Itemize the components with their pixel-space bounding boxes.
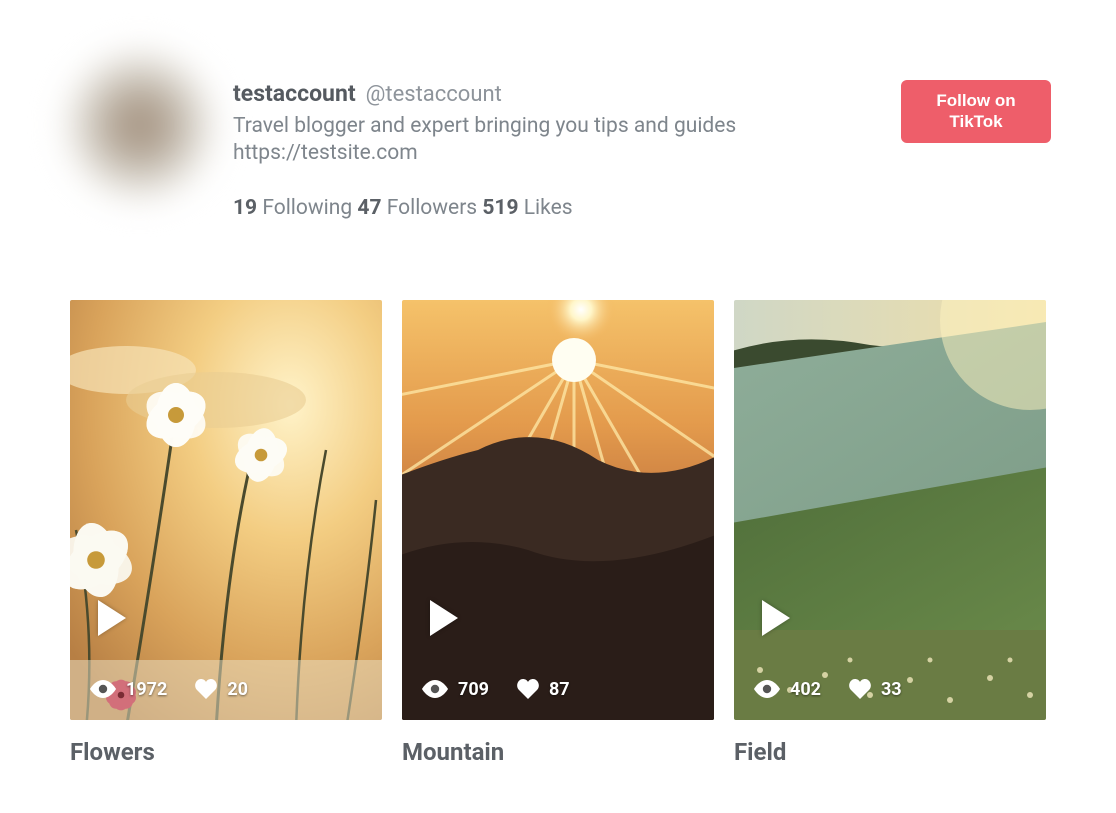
likes-count: 519 (482, 196, 518, 220)
play-icon (98, 600, 126, 636)
video-thumbnail[interactable]: 709 87 (402, 300, 714, 720)
video-card: 709 87 Mountain (402, 300, 714, 766)
video-thumbnail[interactable]: 402 33 (734, 300, 1046, 720)
follow-button[interactable]: Follow on TikTok (901, 80, 1051, 143)
likes-count: 33 (881, 679, 902, 700)
video-card: 402 33 Field (734, 300, 1046, 766)
views-count: 402 (790, 679, 821, 700)
views-icon (90, 680, 116, 698)
thumbnail-art (70, 300, 382, 720)
thumbnail-art (734, 300, 1046, 720)
likes-icon (849, 679, 871, 699)
likes-count: 87 (549, 679, 570, 700)
video-metrics: 402 33 (754, 679, 902, 700)
likes-icon (517, 679, 539, 699)
views-count: 1972 (126, 679, 167, 700)
likes-icon (195, 679, 217, 699)
play-icon (430, 600, 458, 636)
video-metrics: 1972 20 (90, 679, 248, 700)
likes-label: Likes (524, 196, 573, 220)
video-title: Flowers (70, 738, 382, 766)
stats: 19 Following 47 Followers 519 Likes (233, 196, 1046, 220)
bio-link[interactable]: https://testsite.com (233, 140, 1046, 167)
followers-count: 47 (357, 196, 381, 220)
views-icon (422, 680, 448, 698)
likes-count: 20 (227, 679, 248, 700)
video-card: 1972 20 Flowers (70, 300, 382, 766)
bio-text: Travel blogger and expert bringing you t… (233, 114, 736, 138)
views-icon (754, 680, 780, 698)
handle: @testaccount (366, 82, 502, 107)
following-count: 19 (233, 196, 257, 220)
thumbnail-art (402, 300, 714, 720)
video-title: Field (734, 738, 1046, 766)
profile-header: testaccount @testaccount Travel blogger … (70, 60, 1046, 220)
display-name: testaccount (233, 80, 356, 107)
video-metrics: 709 87 (422, 679, 570, 700)
followers-label: Followers (387, 196, 477, 220)
video-feed: 1972 20 Flowers (70, 300, 1046, 766)
video-thumbnail[interactable]: 1972 20 (70, 300, 382, 720)
video-title: Mountain (402, 738, 714, 766)
play-icon (762, 600, 790, 636)
following-label: Following (262, 196, 352, 220)
views-count: 709 (458, 679, 489, 700)
avatar[interactable] (65, 50, 215, 200)
